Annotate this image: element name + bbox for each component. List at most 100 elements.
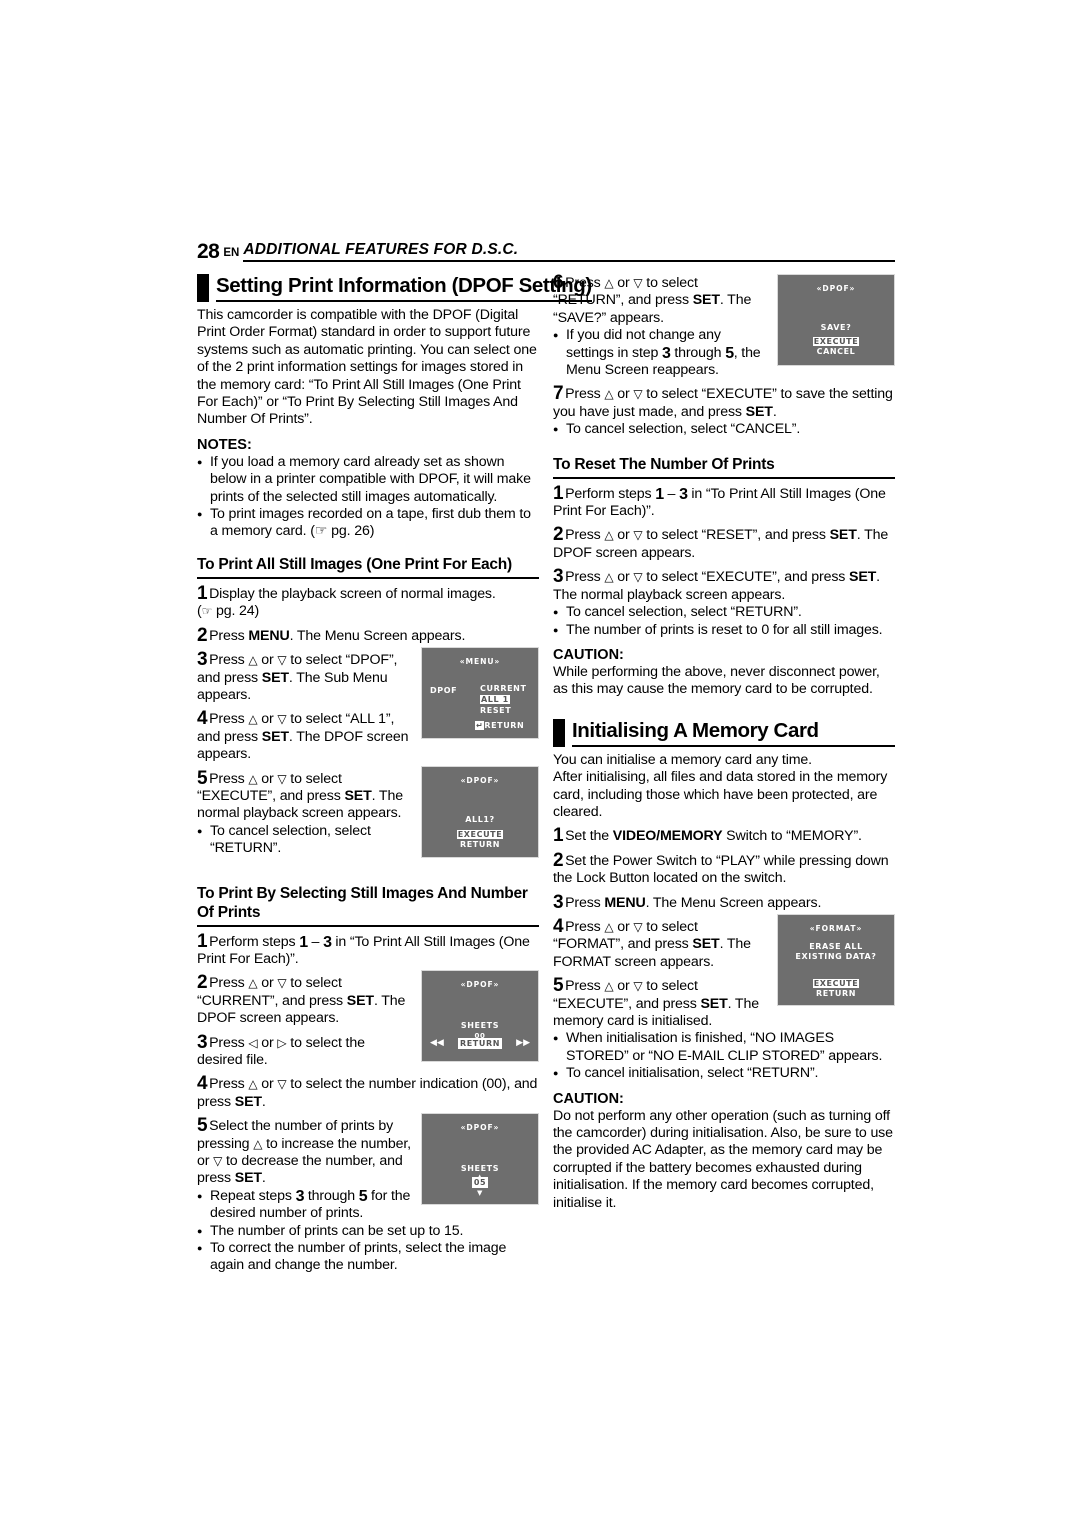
screen-format-prompt-line1: ERASE ALL [809,941,863,951]
section-heading-dpof-text: Setting Print Information (DPOF Setting) [216,274,592,297]
screen-menu-return: ↵RETURN [475,721,525,731]
step-text: Display the playback screen of normal im… [197,585,496,620]
list-item: Repeat steps 3 through 5 for the desired… [197,1187,539,1223]
step-number: 3 [197,649,208,671]
step-number: 7 [553,383,564,405]
step-text: Set the Power Switch to “PLAY” while pre… [553,852,889,887]
list-item: To correct the number of prints, select … [197,1239,539,1275]
step-text: Press △ or ▽ to select “EXECUTE”, and pr… [553,569,880,603]
subheading-print-selecting: To Print By Selecting Still Images And N… [197,884,539,927]
step-text: Press △ or ▽ to select “FORMAT”, and pre… [553,918,751,970]
step-number: 5 [553,975,564,997]
screen-dpof-sheets-05-label: SHEETS [460,1164,500,1174]
screen-format-return: RETURN [815,988,857,998]
step-7: 7 Press △ or ▽ to select “EXECUTE” to sav… [553,383,895,421]
screen-dpof-sheets-00-title: «DPOF» [460,980,500,990]
step-3: 3 Press MENU. The Menu Screen appears. [553,891,895,913]
list-item: The number of prints can be set up to 15… [197,1222,539,1241]
caution-2-text: Do not perform any other operation (such… [553,1107,893,1211]
step-text: Press △ or ▽ to select “RETURN”, and pre… [553,275,752,326]
section-heading-initialising-text: Initialising A Memory Card [572,718,819,742]
running-head-rule: ADDITIONAL FEATURES FOR D.S.C. [243,241,895,262]
list-item: To cancel selection, select “CANCEL”. [553,420,895,439]
list-item: If you did not change any settings in st… [553,326,895,379]
step-number: 3 [197,1031,208,1053]
heading-bar-icon [197,274,209,302]
screen-dpof-sheets-00: «DPOF» SHEETS 00 RETURN ◀◀ ▶▶ [421,970,539,1063]
running-head: 28 EN ADDITIONAL FEATURES FOR D.S.C. [197,236,895,262]
document-page: 28 EN ADDITIONAL FEATURES FOR D.S.C. Set… [197,236,895,1275]
step-3: 3 Press △ or ▽ to select “EXECUTE”, and p… [553,567,895,604]
list-item: To cancel initialisation, select “RETURN… [553,1064,895,1083]
step-text: Set the VIDEO/MEMORY Switch to “MEMORY”. [565,828,862,845]
screen-format-prompt-line2: EXISTING DATA? [795,951,877,961]
screen-dpof-save-title: «DPOF» [816,284,856,293]
running-head-title: ADDITIONAL FEATURES FOR D.S.C. [243,241,519,258]
screen-format-execute: EXECUTE [812,978,860,988]
left-column: Setting Print Information (DPOF Setting)… [197,274,592,1275]
step-number: 2 [553,849,564,871]
screen-menu-item-current: CURRENT [480,684,527,694]
screen-format: «FORMAT» ERASE ALL EXISTING DATA? EXECUT… [777,913,895,1006]
screen-dpof-all1-title: «DPOF» [460,775,500,785]
step-number: 3 [553,891,564,913]
list-item: The number of prints is reset to 0 for a… [553,620,895,639]
step-number: 2 [553,524,564,546]
step-number: 4 [197,708,208,730]
subheading-print-all: To Print All Still Images (One Print For… [197,555,539,579]
screen-dpof-sheets-05-value: 05 [471,1177,489,1189]
notes-label: NOTES: [197,436,252,453]
step-1: 1 Perform steps 1 – 3 in “To Print All St… [553,482,895,521]
step-number: 1 [553,482,564,504]
step-2: 2 Set the Power Switch to “PLAY” while pr… [553,849,895,888]
step6-note-list: If you did not change any settings in st… [553,326,895,379]
subheading-print-selecting-text: To Print By Selecting Still Images And N… [197,884,528,921]
step-text: Press △ or ▽ to select “EXECUTE”, and pr… [553,978,759,1029]
step-number: 2 [197,972,208,994]
rewind-arrow-icon: ◀◀ [430,1038,444,1049]
screen-format-title: «FORMAT» [809,923,863,933]
step-text: Press △ or ▽ to select “RESET”, and pres… [553,527,889,561]
step-text: Press △ or ▽ to select “DPOF”, and press… [197,652,398,703]
initialising-intro: You can initialise a memory card any tim… [553,751,888,820]
sub3-note-list: To cancel selection, select “RETURN”. Th… [553,603,895,640]
heading-bar-icon [553,718,565,747]
step-text: Press △ or ▽ to select “CURRENT”, and pr… [197,975,406,1027]
right-column: «DPOF» SAVE? EXECUTE CANCEL 6 Press △ or … [553,272,895,1275]
step-text: Select the number of prints by pressing … [197,1118,411,1187]
screen-menu-left-label: DPOF [430,686,458,696]
step-number: 6 [553,272,564,293]
step-text: Press △ or ▽ to select “EXECUTE”, and pr… [197,770,403,822]
step-4: 4 Press △ or ▽ to select the number indic… [197,1073,539,1111]
subheading-print-all-text: To Print All Still Images (One Print For… [197,555,512,573]
screen-dpof-sheets-05-title: «DPOF» [460,1123,500,1133]
step-text: Press MENU. The Menu Screen appears. [565,894,822,911]
step-number: 1 [553,825,564,847]
step-1: 1 Display the playback screen of normal i… [197,584,539,621]
forward-arrow-icon: ▶▶ [516,1038,530,1049]
step-text: Press △ or ▽ to select “EXECUTE” to save… [553,386,893,420]
step-2: 2 Press MENU. The Menu Screen appears. [197,626,539,645]
section-heading-initialising: Initialising A Memory Card [553,718,895,747]
caution-1-text: While performing the above, never discon… [553,663,880,698]
step-text: Press △ or ▽ to select the number indica… [197,1076,538,1110]
list-item: To print images recorded on a tape, firs… [197,505,539,541]
list-item: To cancel selection, select “RETURN”. [553,603,895,622]
screen-menu-item-reset: RESET [480,706,512,716]
step-text: Perform steps 1 – 3 in “To Print All Sti… [553,485,886,520]
sub1-note-list: To cancel selection, select “RETURN”. [197,822,539,858]
list-item: To cancel selection, select “RETURN”. [197,822,539,858]
step-number: 4 [197,1073,208,1095]
step7-note-list: To cancel selection, select “CANCEL”. [553,420,895,439]
subheading-reset-prints: To Reset The Number Of Prints [553,455,895,479]
dpof-intro-paragraph: This camcorder is compatible with the DP… [197,307,537,428]
step-number: 4 [553,915,564,937]
step-number: 5 [197,767,208,789]
step-1: 1 Perform steps 1 – 3 in “To Print All St… [197,930,539,969]
column-container: Setting Print Information (DPOF Setting)… [197,272,895,1275]
list-item: When initialisation is finished, “NO IMA… [553,1029,895,1065]
screen-menu: «MENU» DPOF CURRENT ALL 1 RESET ↵RETURN [421,647,539,740]
language-code: EN [223,247,240,259]
step-number: 1 [197,930,208,952]
step-text: Press MENU. The Menu Screen appears. [209,627,466,644]
